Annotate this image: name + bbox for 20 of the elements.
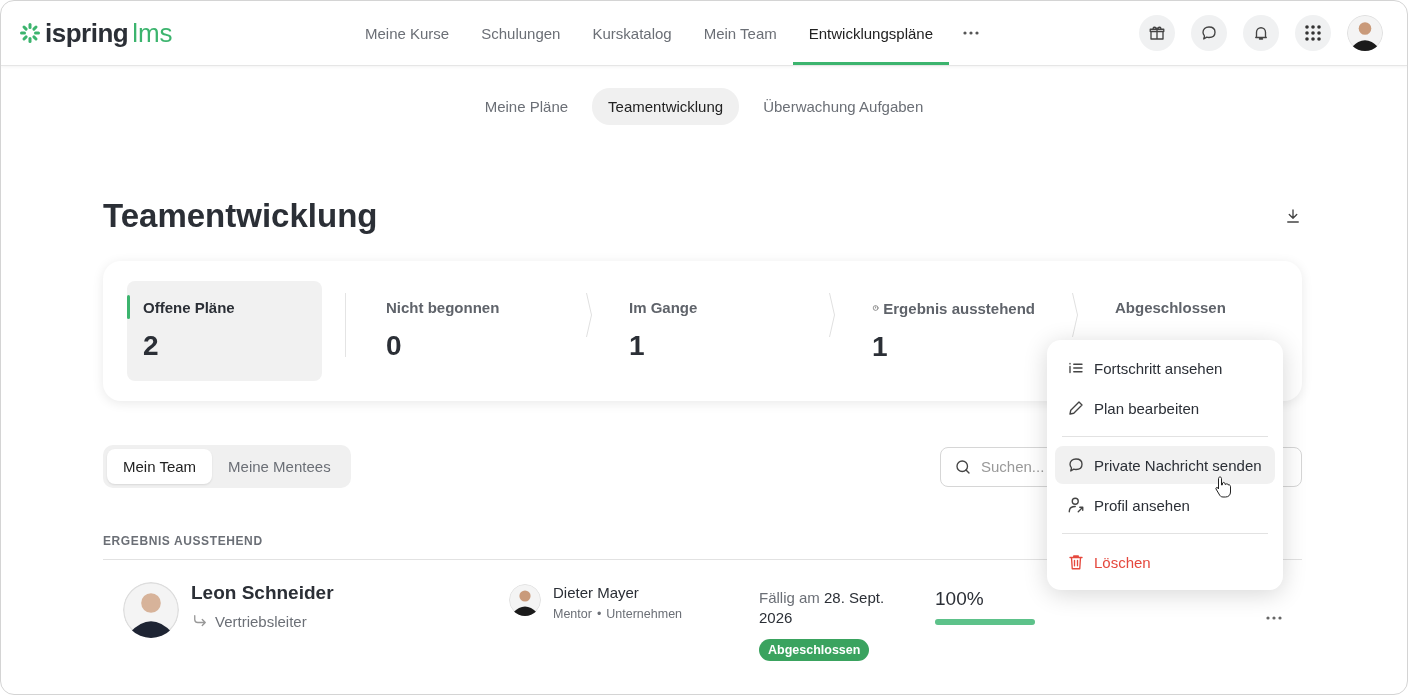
stat-label: Im Gange (629, 299, 699, 316)
due-date: Fällig am 28. Sept. 2026 (759, 588, 886, 628)
stat-label: Ergebnis ausstehend (872, 299, 1035, 317)
stat-value: 2 (143, 330, 160, 362)
stat-value: 1 (629, 330, 646, 362)
progress-percent: 100% (935, 588, 985, 610)
person-name: Leon Schneider (191, 582, 334, 604)
page-title: Teamentwicklung (103, 197, 378, 235)
mentor-name: Dieter Mayer (553, 584, 640, 601)
stat-value: 1 (872, 331, 889, 363)
logo-product: lms (132, 17, 173, 49)
logo-brand: ispring (45, 17, 129, 49)
person-position: Vertriebsleiter (215, 612, 307, 630)
stat-label: Offene Pläne (143, 299, 236, 316)
mentor-org: Unternehmen (606, 607, 683, 621)
stat-label: Nicht begonnen (386, 299, 501, 316)
separator-dot: • (596, 607, 602, 621)
status-badge: Abgeschlossen (759, 639, 870, 661)
mentor-role: Mentor (553, 607, 592, 621)
stat-value: 0 (386, 330, 403, 362)
